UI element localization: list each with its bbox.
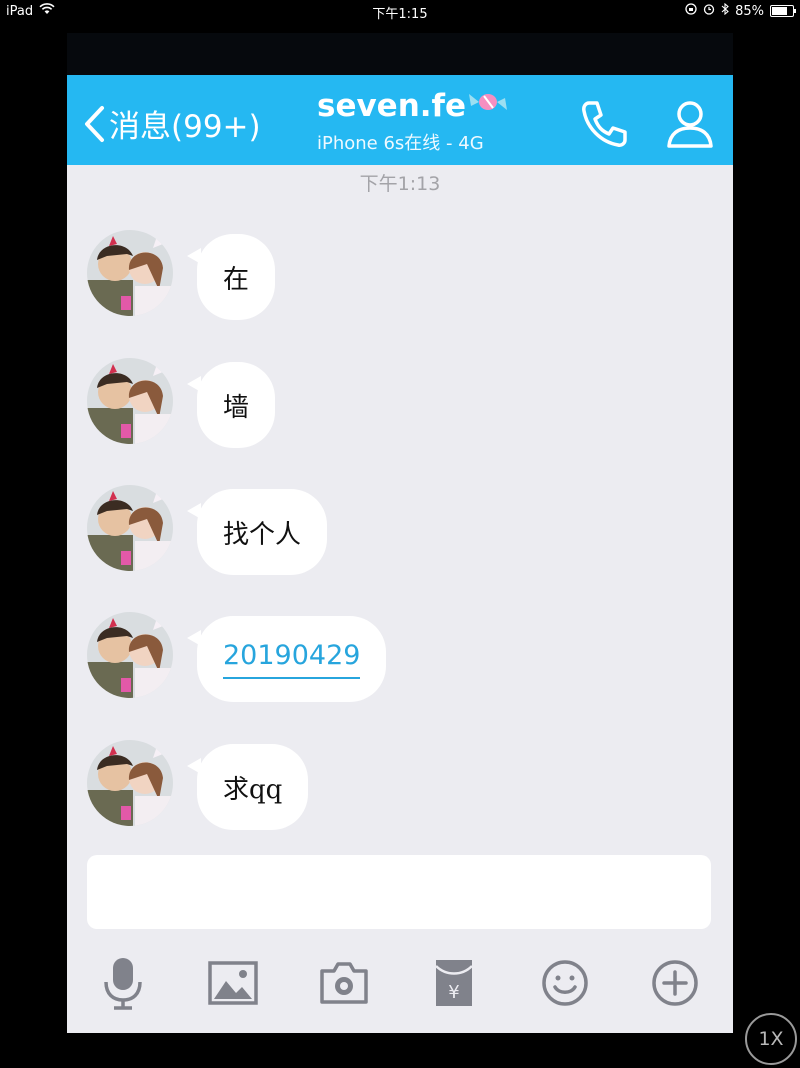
emoji-icon — [542, 960, 588, 1006]
message-bubble[interactable]: 找个人 — [186, 489, 328, 575]
camera-icon — [320, 962, 368, 1004]
contact-profile-button[interactable] — [664, 97, 716, 153]
add-icon — [652, 960, 698, 1006]
battery-icon — [770, 5, 796, 17]
phone-icon — [582, 101, 627, 147]
rotation-lock-icon — [685, 3, 697, 19]
contact-name: seven.fe — [317, 88, 467, 124]
alarm-icon — [703, 3, 715, 19]
message-bubble[interactable]: 求qq — [186, 744, 309, 830]
chat-header: 消息(99+) seven.fe iPhone 6s在线 - 4G — [67, 75, 733, 165]
chevron-left-icon — [85, 105, 104, 142]
battery-percent: 85% — [735, 3, 764, 19]
phone-call-button[interactable] — [577, 97, 631, 155]
svg-text:¥: ¥ — [448, 982, 459, 1003]
chat-toolbar: ¥ — [67, 949, 733, 1019]
contact-status: iPhone 6s在线 - 4G — [317, 133, 484, 154]
message-bubble[interactable]: 在 — [186, 234, 276, 320]
image-icon — [208, 961, 258, 1005]
mic-icon — [104, 958, 142, 1010]
emoji-button[interactable] — [535, 953, 595, 1013]
back-label: 消息(99+) — [109, 109, 261, 145]
red-packet-icon: ¥ — [435, 960, 473, 1006]
bluetooth-icon — [721, 2, 729, 19]
voice-button[interactable] — [93, 953, 153, 1013]
zoom-toggle-button[interactable]: 1X — [745, 1013, 797, 1065]
message-bubble-link[interactable]: 20190429 — [186, 616, 387, 702]
avatar[interactable] — [87, 612, 173, 698]
status-time: 下午1:15 — [372, 7, 428, 22]
camera-button[interactable] — [314, 953, 374, 1013]
contact-title[interactable]: seven.fe iPhone 6s在线 - 4G — [317, 87, 527, 155]
message-timestamp: 下午1:13 — [359, 173, 441, 195]
person-icon — [667, 101, 713, 148]
message-bubble[interactable]: 墙 — [186, 362, 276, 448]
message-input[interactable] — [87, 855, 711, 929]
photo-button[interactable] — [203, 953, 263, 1013]
more-button[interactable] — [645, 953, 705, 1013]
avatar[interactable] — [87, 485, 173, 571]
avatar[interactable] — [87, 740, 173, 826]
device-status-bar: iPad 下午1:15 85% — [0, 0, 800, 22]
avatar[interactable] — [87, 230, 173, 316]
back-button[interactable]: 消息(99+) — [83, 101, 261, 146]
avatar[interactable] — [87, 358, 173, 444]
app-status-strip — [67, 33, 733, 75]
phone-number-link[interactable]: 20190429 — [223, 640, 361, 679]
red-packet-button[interactable]: ¥ — [424, 953, 484, 1013]
chat-screen: 消息(99+) seven.fe iPhone 6s在线 - 4G 下午1:13… — [67, 33, 733, 1033]
candy-icon — [466, 87, 510, 125]
